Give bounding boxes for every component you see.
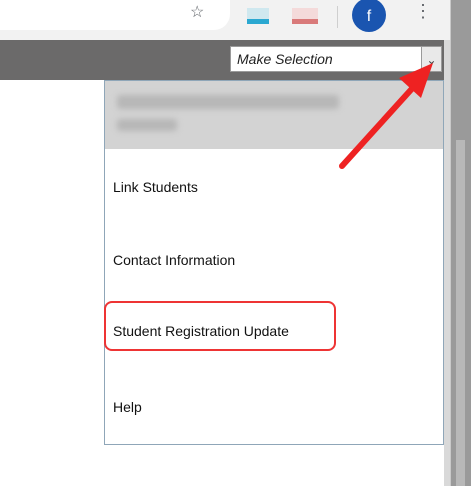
flag-extension-icon[interactable] bbox=[292, 8, 318, 24]
extension-icon[interactable] bbox=[247, 8, 269, 24]
chevron-down-icon[interactable]: ⌄ bbox=[421, 47, 441, 71]
redacted-student-header bbox=[105, 81, 443, 149]
profile-avatar-icon[interactable]: f bbox=[352, 0, 386, 32]
menu-item-contact-information[interactable]: Contact Information bbox=[113, 252, 235, 268]
redacted-text bbox=[117, 95, 339, 109]
browser-toolbar: ☆ f ⋮ bbox=[0, 0, 471, 41]
bookmark-star-icon[interactable]: ☆ bbox=[190, 2, 204, 22]
menu-item-link-students[interactable]: Link Students bbox=[113, 179, 198, 195]
highlight-callout bbox=[104, 301, 336, 351]
screenshot-root: ☆ f ⋮ Make Selection ⌄ Link Students Con… bbox=[0, 0, 471, 486]
make-selection-dropdown[interactable]: Make Selection ⌄ bbox=[230, 46, 442, 72]
dropdown-menu: Link Students Contact Information Studen… bbox=[104, 80, 444, 445]
menu-item-help[interactable]: Help bbox=[113, 399, 142, 415]
scrollbar-track[interactable] bbox=[456, 140, 465, 486]
select-value: Make Selection bbox=[237, 51, 333, 67]
toolbar-divider bbox=[337, 6, 338, 28]
redacted-text bbox=[117, 119, 177, 131]
kebab-menu-icon[interactable]: ⋮ bbox=[414, 2, 432, 20]
